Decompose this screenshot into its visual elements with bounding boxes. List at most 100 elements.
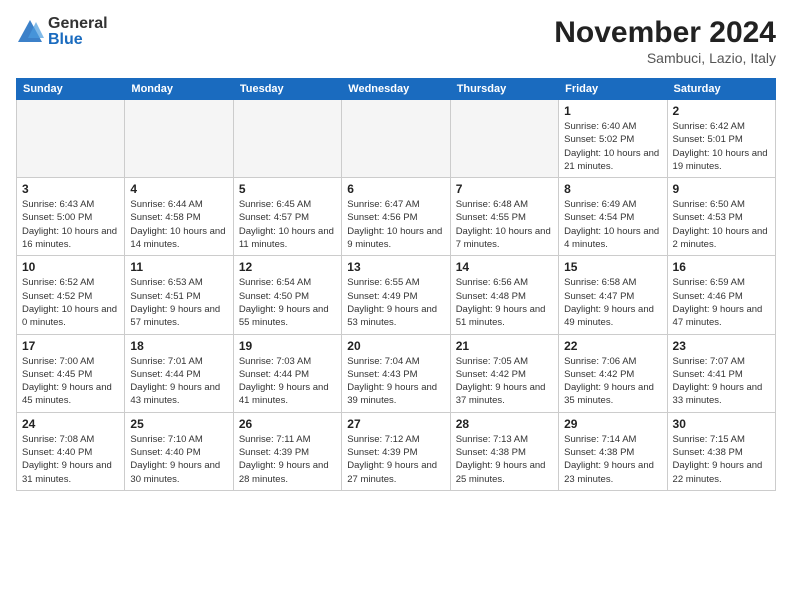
weekday-header: Thursday [450,79,558,100]
calendar-week-row: 24 Sunrise: 7:08 AMSunset: 4:40 PMDayligh… [17,412,776,490]
day-info: Sunrise: 7:06 AMSunset: 4:42 PMDaylight:… [564,355,661,408]
calendar-cell: 10Sunrise: 6:52 AMSunset: 4:52 PMDayligh… [17,256,125,334]
calendar-week-row: 1 Sunrise: 6:40 AMSunset: 5:02 PMDaylight… [17,100,776,178]
day-info: Sunrise: 7:15 AMSunset: 4:38 PMDaylight:… [673,433,770,486]
day-info: Sunrise: 7:04 AMSunset: 4:43 PMDaylight:… [347,355,444,408]
day-number: 13 [347,260,444,274]
day-info: Sunrise: 7:11 AMSunset: 4:39 PMDaylight:… [239,433,336,486]
logo: General Blue [16,16,108,48]
day-info: Sunrise: 6:58 AMSunset: 4:47 PMDaylight:… [564,276,661,329]
weekday-header: Wednesday [342,79,450,100]
day-number: 3 [22,182,119,196]
day-number: 17 [22,339,119,353]
calendar-cell: 1 Sunrise: 6:40 AMSunset: 5:02 PMDaylight… [559,100,667,178]
calendar-cell: 19 Sunrise: 7:03 AMSunset: 4:44 PMDayligh… [233,334,341,412]
calendar-cell: 17 Sunrise: 7:00 AMSunset: 4:45 PMDayligh… [17,334,125,412]
logo-blue-text: Blue [48,32,108,48]
calendar-week-row: 17 Sunrise: 7:00 AMSunset: 4:45 PMDayligh… [17,334,776,412]
calendar-cell: 6 Sunrise: 6:47 AMSunset: 4:56 PMDaylight… [342,178,450,256]
calendar-cell: 30 Sunrise: 7:15 AMSunset: 4:38 PMDayligh… [667,412,775,490]
calendar-cell: 5Sunrise: 6:45 AMSunset: 4:57 PMDaylight… [233,178,341,256]
calendar-cell: 9 Sunrise: 6:50 AMSunset: 4:53 PMDaylight… [667,178,775,256]
day-info: Sunrise: 7:08 AMSunset: 4:40 PMDaylight:… [22,433,119,486]
day-number: 28 [456,417,553,431]
calendar-cell [125,100,233,178]
calendar-cell: 13 Sunrise: 6:55 AMSunset: 4:49 PMDayligh… [342,256,450,334]
logo-general-text: General [48,16,108,32]
day-info: Sunrise: 6:59 AMSunset: 4:46 PMDaylight:… [673,276,770,329]
day-info: Sunrise: 6:48 AMSunset: 4:55 PMDaylight:… [456,198,553,251]
calendar-cell: 23Sunrise: 7:07 AMSunset: 4:41 PMDayligh… [667,334,775,412]
day-info: Sunrise: 7:00 AMSunset: 4:45 PMDaylight:… [22,355,119,408]
day-info: Sunrise: 6:53 AMSunset: 4:51 PMDaylight:… [130,276,227,329]
day-number: 20 [347,339,444,353]
calendar-cell: 15 Sunrise: 6:58 AMSunset: 4:47 PMDayligh… [559,256,667,334]
day-info: Sunrise: 7:07 AMSunset: 4:41 PMDaylight:… [673,355,770,408]
calendar-cell [342,100,450,178]
calendar-table: SundayMondayTuesdayWednesdayThursdayFrid… [16,78,776,491]
calendar-cell: 26 Sunrise: 7:11 AMSunset: 4:39 PMDayligh… [233,412,341,490]
day-info: Sunrise: 7:10 AMSunset: 4:40 PMDaylight:… [130,433,227,486]
day-number: 14 [456,260,553,274]
page: General Blue November 2024 Sambuci, Lazi… [0,0,792,612]
day-info: Sunrise: 6:56 AMSunset: 4:48 PMDaylight:… [456,276,553,329]
weekday-header: Friday [559,79,667,100]
calendar-header-row: SundayMondayTuesdayWednesdayThursdayFrid… [17,79,776,100]
day-number: 18 [130,339,227,353]
day-number: 6 [347,182,444,196]
day-info: Sunrise: 6:50 AMSunset: 4:53 PMDaylight:… [673,198,770,251]
calendar-cell: 12 Sunrise: 6:54 AMSunset: 4:50 PMDayligh… [233,256,341,334]
day-info: Sunrise: 6:45 AMSunset: 4:57 PMDaylight:… [239,198,336,251]
calendar-cell: 27Sunrise: 7:12 AMSunset: 4:39 PMDayligh… [342,412,450,490]
day-number: 30 [673,417,770,431]
day-number: 12 [239,260,336,274]
day-number: 22 [564,339,661,353]
calendar-cell: 28 Sunrise: 7:13 AMSunset: 4:38 PMDayligh… [450,412,558,490]
weekday-header: Tuesday [233,79,341,100]
calendar-cell: 16 Sunrise: 6:59 AMSunset: 4:46 PMDayligh… [667,256,775,334]
logo-text: General Blue [48,16,108,48]
header: General Blue November 2024 Sambuci, Lazi… [16,16,776,66]
day-number: 8 [564,182,661,196]
day-info: Sunrise: 6:54 AMSunset: 4:50 PMDaylight:… [239,276,336,329]
calendar-cell: 7 Sunrise: 6:48 AMSunset: 4:55 PMDaylight… [450,178,558,256]
day-number: 29 [564,417,661,431]
day-number: 25 [130,417,227,431]
day-info: Sunrise: 7:13 AMSunset: 4:38 PMDaylight:… [456,433,553,486]
title-block: November 2024 Sambuci, Lazio, Italy [554,16,776,66]
day-number: 16 [673,260,770,274]
month-title: November 2024 [554,16,776,50]
calendar-cell: 14 Sunrise: 6:56 AMSunset: 4:48 PMDayligh… [450,256,558,334]
logo-icon [16,18,44,46]
calendar-cell: 20 Sunrise: 7:04 AMSunset: 4:43 PMDayligh… [342,334,450,412]
day-info: Sunrise: 6:43 AMSunset: 5:00 PMDaylight:… [22,198,119,251]
calendar-cell: 8 Sunrise: 6:49 AMSunset: 4:54 PMDaylight… [559,178,667,256]
day-info: Sunrise: 7:03 AMSunset: 4:44 PMDaylight:… [239,355,336,408]
calendar-cell [17,100,125,178]
day-info: Sunrise: 6:49 AMSunset: 4:54 PMDaylight:… [564,198,661,251]
day-number: 1 [564,104,661,118]
day-number: 7 [456,182,553,196]
day-number: 11 [130,260,227,274]
location: Sambuci, Lazio, Italy [554,50,776,66]
calendar-cell: 24 Sunrise: 7:08 AMSunset: 4:40 PMDayligh… [17,412,125,490]
day-number: 24 [22,417,119,431]
calendar-cell: 29Sunrise: 7:14 AMSunset: 4:38 PMDayligh… [559,412,667,490]
calendar-cell: 2Sunrise: 6:42 AMSunset: 5:01 PMDaylight… [667,100,775,178]
day-info: Sunrise: 6:47 AMSunset: 4:56 PMDaylight:… [347,198,444,251]
day-number: 15 [564,260,661,274]
day-info: Sunrise: 6:42 AMSunset: 5:01 PMDaylight:… [673,120,770,173]
weekday-header: Sunday [17,79,125,100]
day-number: 19 [239,339,336,353]
day-number: 26 [239,417,336,431]
day-number: 4 [130,182,227,196]
calendar-week-row: 10Sunrise: 6:52 AMSunset: 4:52 PMDayligh… [17,256,776,334]
calendar-cell: 11 Sunrise: 6:53 AMSunset: 4:51 PMDayligh… [125,256,233,334]
day-number: 10 [22,260,119,274]
day-info: Sunrise: 6:55 AMSunset: 4:49 PMDaylight:… [347,276,444,329]
day-info: Sunrise: 6:40 AMSunset: 5:02 PMDaylight:… [564,120,661,173]
day-info: Sunrise: 7:12 AMSunset: 4:39 PMDaylight:… [347,433,444,486]
day-number: 9 [673,182,770,196]
weekday-header: Saturday [667,79,775,100]
calendar-cell: 22 Sunrise: 7:06 AMSunset: 4:42 PMDayligh… [559,334,667,412]
